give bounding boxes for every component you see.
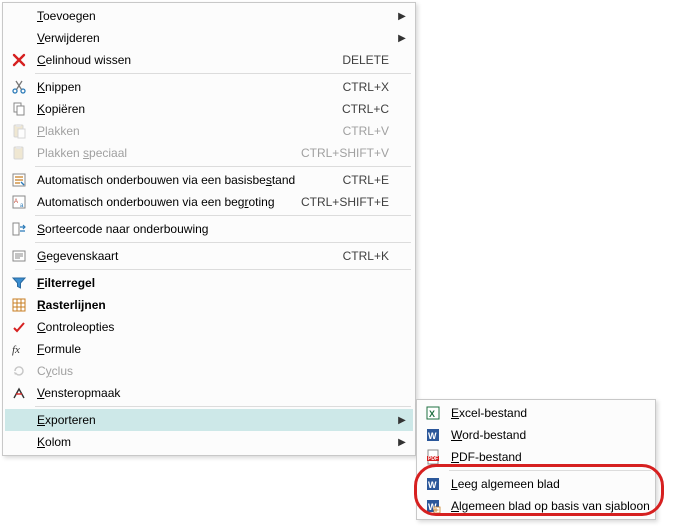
label: Vensteropmaak (33, 386, 395, 400)
submenu-word[interactable]: W Word-bestand (419, 424, 653, 446)
excel-icon: X (419, 402, 447, 424)
blank-icon (5, 27, 33, 49)
formula-fx-icon: fx (5, 338, 33, 360)
svg-text:A: A (14, 199, 18, 205)
submenu-pdf[interactable]: PDF PDF-bestand (419, 446, 653, 468)
label: Kopiëren (33, 102, 332, 116)
svg-text:PDF: PDF (428, 456, 438, 462)
paste-icon (5, 120, 33, 142)
copy-icon (5, 98, 33, 120)
filter-icon (5, 272, 33, 294)
label: Gegevenskaart (33, 249, 333, 263)
menu-rasterlijnen[interactable]: Rasterlijnen (5, 294, 413, 316)
menu-cyclus: Cyclus (5, 360, 413, 382)
label: Excel-bestand (447, 406, 649, 420)
menu-auto-begroting[interactable]: Aa Automatisch onderbouwen via een begro… (5, 191, 413, 213)
word-icon: W (419, 424, 447, 446)
shortcut: CTRL+SHIFT+E (291, 195, 395, 209)
label: Plakken (33, 124, 333, 138)
submenu-arrow-icon: ▶ (395, 415, 409, 426)
gridlines-icon (5, 294, 33, 316)
auto-build-budget-icon: Aa (5, 191, 33, 213)
menu-auto-basisbestand[interactable]: Automatisch onderbouwen via een basisbes… (5, 169, 413, 191)
blank-icon (5, 5, 33, 27)
submenu-arrow-icon: ▶ (395, 33, 409, 44)
window-layout-icon (5, 382, 33, 404)
menu-formule[interactable]: fx Formule (5, 338, 413, 360)
context-menu: Toevoegen ▶ Verwijderen ▶ Celinhoud wiss… (2, 2, 416, 456)
label: Automatisch onderbouwen via een begrotin… (33, 195, 291, 209)
label: Cyclus (33, 364, 395, 378)
label: Sorteercode naar onderbouwing (33, 222, 395, 236)
separator (35, 73, 411, 74)
pdf-icon: PDF (419, 446, 447, 468)
menu-verwijderen[interactable]: Verwijderen ▶ (5, 27, 413, 49)
label: Rasterlijnen (33, 298, 395, 312)
svg-text:W: W (428, 431, 437, 441)
data-card-icon (5, 245, 33, 267)
shortcut: CTRL+E (333, 173, 395, 187)
label: Formule (33, 342, 395, 356)
menu-celinhoud-wissen[interactable]: Celinhoud wissen DELETE (5, 49, 413, 71)
submenu-leeg-blad[interactable]: W Leeg algemeen blad (419, 473, 653, 495)
menu-kolom[interactable]: Kolom ▶ (5, 431, 413, 453)
label: Toevoegen (33, 9, 395, 23)
separator (35, 406, 411, 407)
submenu-excel[interactable]: X Excel-bestand (419, 402, 653, 424)
label: Controleopties (33, 320, 395, 334)
word-blank-icon: W (419, 473, 447, 495)
delete-x-icon (5, 49, 33, 71)
check-options-icon (5, 316, 33, 338)
label: Automatisch onderbouwen via een basisbes… (33, 173, 333, 187)
cut-icon (5, 76, 33, 98)
separator (449, 470, 651, 471)
svg-text:fx: fx (12, 344, 20, 356)
label: Filterregel (33, 276, 395, 290)
blank-icon (5, 409, 33, 431)
label: Plakken speciaal (33, 146, 291, 160)
submenu-arrow-icon: ▶ (395, 437, 409, 448)
shortcut: CTRL+SHIFT+V (291, 146, 395, 160)
word-template-icon: W (419, 495, 447, 517)
menu-kopieren[interactable]: Kopiëren CTRL+C (5, 98, 413, 120)
label: Verwijderen (33, 31, 395, 45)
separator (35, 269, 411, 270)
label: Algemeen blad op basis van sjabloon (447, 499, 650, 513)
label: Leeg algemeen blad (447, 477, 649, 491)
shortcut: CTRL+X (333, 80, 395, 94)
label: Knippen (33, 80, 333, 94)
blank-icon (5, 431, 33, 453)
menu-filterregel[interactable]: Filterregel (5, 272, 413, 294)
menu-vensteropmaak[interactable]: Vensteropmaak (5, 382, 413, 404)
sort-code-icon (5, 218, 33, 240)
label: Celinhoud wissen (33, 53, 332, 67)
menu-plakken-speciaal: Plakken speciaal CTRL+SHIFT+V (5, 142, 413, 164)
menu-sorteercode[interactable]: Sorteercode naar onderbouwing (5, 218, 413, 240)
menu-plakken: Plakken CTRL+V (5, 120, 413, 142)
menu-toevoegen[interactable]: Toevoegen ▶ (5, 5, 413, 27)
separator (35, 215, 411, 216)
svg-text:X: X (429, 409, 435, 419)
menu-exporteren[interactable]: Exporteren ▶ (5, 409, 413, 431)
label: Exporteren (33, 413, 395, 427)
menu-controleopties[interactable]: Controleopties (5, 316, 413, 338)
submenu-arrow-icon: ▶ (395, 11, 409, 22)
separator (35, 166, 411, 167)
svg-text:W: W (428, 480, 437, 490)
export-submenu: X Excel-bestand W Word-bestand PDF PDF-b… (416, 399, 656, 520)
label: Word-bestand (447, 428, 649, 442)
shortcut: CTRL+C (332, 102, 395, 116)
shortcut: DELETE (332, 53, 395, 67)
cycle-icon (5, 360, 33, 382)
label: Kolom (33, 435, 395, 449)
paste-special-icon (5, 142, 33, 164)
shortcut: CTRL+K (333, 249, 395, 263)
label: PDF-bestand (447, 450, 649, 464)
menu-gegevenskaart[interactable]: Gegevenskaart CTRL+K (5, 245, 413, 267)
auto-build-file-icon (5, 169, 33, 191)
menu-knippen[interactable]: Knippen CTRL+X (5, 76, 413, 98)
submenu-algemeen-sjabloon[interactable]: W Algemeen blad op basis van sjabloon (419, 495, 653, 517)
separator (35, 242, 411, 243)
shortcut: CTRL+V (333, 124, 395, 138)
